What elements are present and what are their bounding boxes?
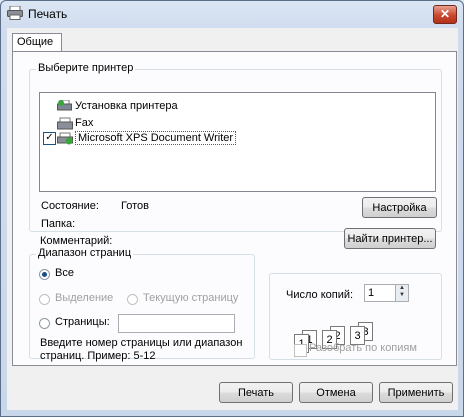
printer-group-title: Выберите принтер bbox=[36, 62, 136, 74]
status-label: Состояние: bbox=[41, 200, 99, 212]
printer-item-label: Установка принтера bbox=[75, 100, 178, 112]
settings-button[interactable]: Настройка bbox=[362, 197, 437, 218]
title-bar: Печать ✕ bbox=[1, 1, 463, 27]
tab-panel-general: Выберите принтер Установка принтера Fax … bbox=[12, 51, 457, 366]
status-value: Готов bbox=[121, 200, 149, 212]
range-hint: Введите номер страницы или диапазон стра… bbox=[40, 337, 243, 362]
print-button[interactable]: Печать bbox=[219, 382, 293, 403]
pages-input[interactable] bbox=[118, 314, 235, 333]
printer-item-xps[interactable]: Microsoft XPS Document Writer bbox=[57, 131, 237, 146]
copies-spinner[interactable]: ▲ ▼ bbox=[395, 284, 409, 302]
folder-label: Папка: bbox=[41, 218, 76, 230]
range-all-radio[interactable] bbox=[39, 269, 50, 280]
copies-label: Число копий: bbox=[286, 289, 354, 301]
page-range-group: Диапазон страниц Все Выделение Текущую с… bbox=[29, 247, 255, 362]
window-title: Печать bbox=[28, 7, 68, 21]
printer-item-fax[interactable]: Fax bbox=[57, 116, 93, 131]
page-range-group-title: Диапазон страниц bbox=[36, 247, 134, 259]
close-button[interactable]: ✕ bbox=[433, 5, 457, 24]
range-selection-radio bbox=[39, 294, 50, 305]
printer-list[interactable]: Установка принтера Fax ✓ Microsoft XPS D… bbox=[39, 92, 436, 192]
range-all-label: Все bbox=[55, 267, 74, 279]
tab-general[interactable]: Общие bbox=[12, 33, 62, 51]
printer-item-label: Fax bbox=[75, 117, 94, 129]
find-printer-button[interactable]: Найти принтер... bbox=[344, 228, 436, 249]
range-pages-label: Страницы: bbox=[55, 316, 110, 328]
collate-label: Разобрать по копиям bbox=[309, 342, 417, 354]
comment-label: Комментарий: bbox=[40, 235, 113, 247]
dialog-client-area: Общие Выберите принтер Установка принтер… bbox=[7, 28, 458, 410]
copies-group: Число копий: 1 ▲▼ 1 1 2 2 3 3 Разобрать … bbox=[269, 273, 442, 360]
fax-icon bbox=[57, 117, 73, 130]
printer-group: Выберите принтер Установка принтера Fax … bbox=[29, 62, 442, 232]
printer-icon bbox=[7, 6, 23, 20]
printer-item-add[interactable]: Установка принтера bbox=[57, 99, 178, 114]
print-dialog: Печать ✕ Общие Выберите принтер Установк… bbox=[0, 0, 464, 417]
cancel-button[interactable]: Отмена bbox=[299, 382, 373, 403]
spin-up-icon[interactable]: ▲ bbox=[396, 285, 408, 292]
printer-item-label: Microsoft XPS Document Writer bbox=[75, 131, 237, 145]
range-pages-radio[interactable] bbox=[39, 318, 50, 329]
range-selection-label: Выделение bbox=[55, 292, 114, 304]
default-printer-check-icon: ✓ bbox=[43, 132, 56, 145]
collate-checkbox bbox=[294, 344, 307, 357]
apply-button[interactable]: Применить bbox=[379, 382, 453, 403]
xps-printer-icon bbox=[57, 132, 73, 145]
add-printer-icon bbox=[57, 99, 72, 111]
range-current-page-label: Текущую страницу bbox=[143, 292, 239, 304]
spin-down-icon[interactable]: ▼ bbox=[396, 292, 408, 299]
range-current-page-radio bbox=[127, 294, 138, 305]
